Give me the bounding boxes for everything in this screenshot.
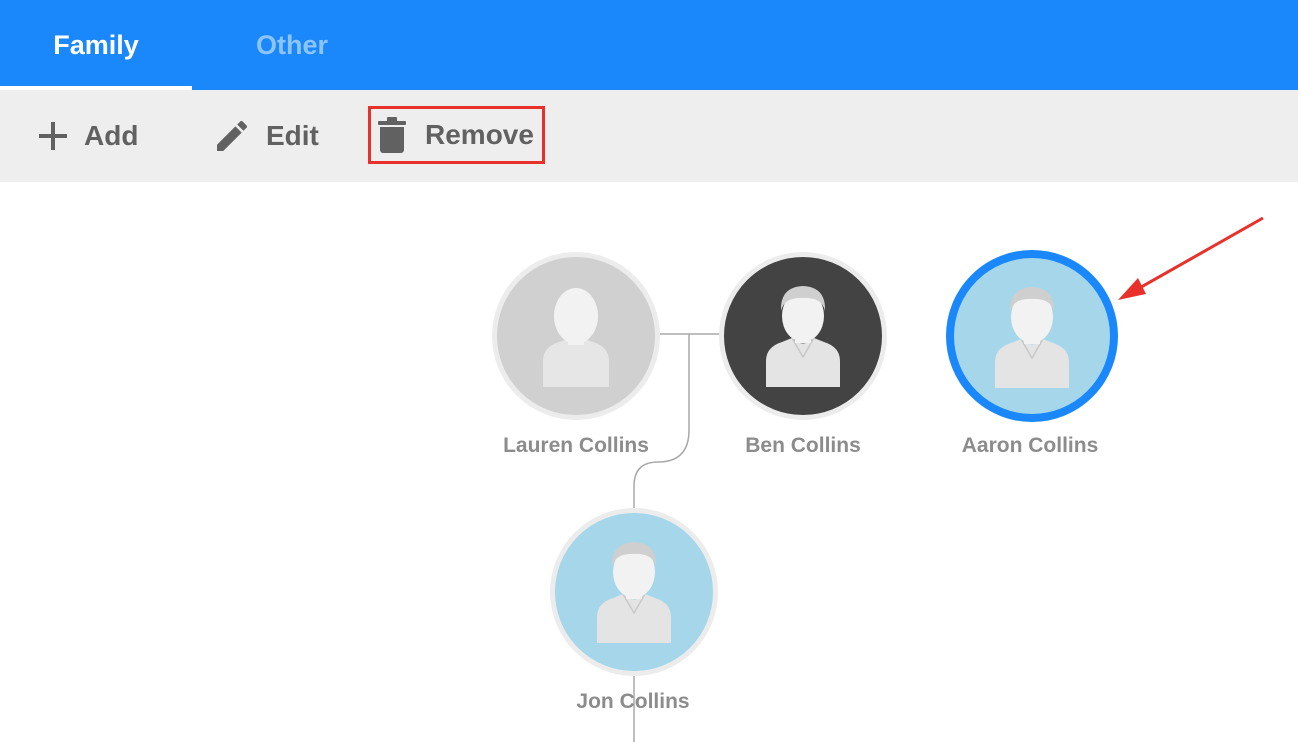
trash-icon: [377, 116, 407, 154]
add-button[interactable]: Add: [36, 90, 138, 182]
annotation-arrow-icon: [1118, 216, 1264, 300]
remove-button-label: Remove: [425, 119, 534, 150]
toolbar: Add Edit Remove: [0, 90, 1298, 182]
edit-button[interactable]: Edit: [212, 90, 319, 182]
family-tree-canvas: Lauren Collins Ben Collins Aaron Collins: [0, 182, 1298, 742]
tab-family[interactable]: Family: [0, 0, 192, 90]
pencil-icon: [212, 116, 252, 156]
tab-other[interactable]: Other: [192, 0, 392, 90]
plus-icon: [36, 119, 70, 153]
edit-button-label: Edit: [266, 120, 319, 151]
add-button-label: Add: [84, 120, 139, 151]
tab-bar: Family Other: [0, 0, 1298, 90]
remove-button[interactable]: Remove: [368, 106, 545, 164]
